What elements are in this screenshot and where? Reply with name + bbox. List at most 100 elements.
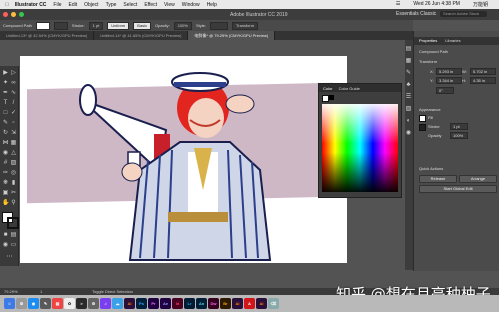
zoom-tool-icon[interactable]: ⚲ [10, 200, 17, 207]
menu-object[interactable]: Object [84, 2, 98, 8]
menu-effect[interactable]: Effect [144, 2, 157, 8]
menu-app-name[interactable]: Illustrator CC [15, 2, 47, 8]
slice-tool-icon[interactable]: ✂ [10, 190, 17, 197]
launchpad-icon[interactable]: ⚙ [16, 298, 27, 309]
scale-tool-icon[interactable]: ⇲ [10, 130, 17, 137]
pen-tool-icon[interactable]: ✒ [2, 90, 9, 97]
menu-view[interactable]: View [164, 2, 175, 8]
h-field[interactable]: 4.35 in [470, 77, 496, 84]
hand-tool-icon[interactable]: ✋ [2, 200, 9, 207]
panel-fill-swatch[interactable] [322, 95, 329, 102]
notes-icon[interactable]: ✎ [40, 298, 51, 309]
arrange-button[interactable]: Arrange [459, 175, 497, 183]
animate-dock-icon[interactable]: An [196, 298, 207, 309]
tab-color-guide[interactable]: Color Guide [339, 86, 360, 91]
layers-icon[interactable]: ▤ [405, 46, 412, 53]
minimize-window-button[interactable] [11, 12, 16, 17]
illustrator-dock-icon-3[interactable]: Ai [256, 298, 267, 309]
appearance-icon[interactable]: ◉ [405, 130, 412, 137]
gradient-tool-icon[interactable]: ▧ [10, 160, 17, 167]
premiere-dock-icon[interactable]: Pr [148, 298, 159, 309]
stock-search-input[interactable]: Search Adobe Stock [440, 11, 487, 17]
safari-icon[interactable]: ◉ [28, 298, 39, 309]
free-transform-icon[interactable]: ▦ [10, 140, 17, 147]
color-mode-icon[interactable]: ■ [2, 232, 9, 239]
symbol-sprayer-icon[interactable]: ❋ [2, 180, 9, 187]
app-icon-1[interactable]: ♫ [100, 298, 111, 309]
tab-untitled-14[interactable]: Untitled-14* @ 41.65% (CMYK/GPU Preview) [94, 31, 189, 40]
menu-select[interactable]: Select [123, 2, 137, 8]
shape-builder-icon[interactable]: ◉ [2, 150, 9, 157]
lasso-tool-icon[interactable]: ∞ [10, 80, 17, 87]
stroke-swatch[interactable] [53, 21, 68, 30]
photoshop-dock-icon[interactable]: Ps [136, 298, 147, 309]
symbols-icon[interactable]: ♣ [405, 82, 412, 89]
stroke-weight-field[interactable]: 1 pt [88, 21, 104, 30]
edit-toolbar-icon[interactable]: ⋯ [6, 254, 13, 261]
dreamweaver-dock-icon[interactable]: Dw [208, 298, 219, 309]
menu-help[interactable]: Help [207, 2, 217, 8]
type-tool-icon[interactable]: T [2, 100, 9, 107]
w-field[interactable]: 5.702 in [470, 68, 496, 75]
apple-icon[interactable]:  [5, 2, 9, 8]
photos-icon[interactable]: ✿ [64, 298, 75, 309]
gradient-panel-icon[interactable]: ▧ [405, 106, 412, 113]
style-swatch[interactable] [209, 21, 228, 30]
pencil-tool-icon[interactable]: ✎ [2, 120, 9, 127]
illustrator-dock-icon-2[interactable]: Ai [232, 298, 243, 309]
workspace-switcher[interactable]: Essentials Classic [396, 11, 436, 17]
perspective-grid-icon[interactable]: △ [10, 150, 17, 157]
mesh-tool-icon[interactable]: # [2, 160, 9, 167]
release-button[interactable]: Release [419, 175, 457, 183]
tab-active-document[interactable]: 电鲜像* @ 79.29% (CMYK/GPU Preview) [188, 31, 276, 40]
curvature-tool-icon[interactable]: ∿ [10, 90, 17, 97]
opacity-panel-field[interactable]: 100% [450, 132, 468, 139]
status-tool-text[interactable]: Toggle Direct Selection [92, 289, 133, 294]
stroke-color-box[interactable] [7, 217, 19, 229]
indesign-dock-icon[interactable]: Id [172, 298, 183, 309]
transform-button[interactable]: Transform [231, 21, 259, 30]
menu-type[interactable]: Type [106, 2, 117, 8]
gradient-mode-icon[interactable]: ▤ [10, 232, 17, 239]
settings-icon[interactable]: ⚙ [88, 298, 99, 309]
after-effects-dock-icon[interactable]: Ae [160, 298, 171, 309]
stroke-weight-panel-field[interactable]: 1 pt [450, 123, 468, 130]
blend-tool-icon[interactable]: ◎ [10, 170, 17, 177]
rotate-tool-icon[interactable]: ↻ [2, 130, 9, 137]
appearance-fill-swatch[interactable] [419, 115, 426, 122]
tab-properties[interactable]: Properties [419, 37, 437, 45]
magic-wand-icon[interactable]: ✦ [2, 80, 9, 87]
user-name[interactable]: 万能钥 [473, 1, 488, 8]
selection-tool-icon[interactable]: ▶ [2, 70, 9, 77]
acrobat-dock-icon[interactable]: A [244, 298, 255, 309]
menu-edit[interactable]: Edit [68, 2, 77, 8]
illustrator-dock-icon[interactable]: Ai [124, 298, 135, 309]
swatches-icon[interactable]: ▦ [405, 58, 412, 65]
calendar-icon[interactable]: ▤ [52, 298, 63, 309]
line-tool-icon[interactable]: / [10, 100, 17, 107]
brush-select[interactable]: Basic [133, 21, 152, 30]
fill-swatch[interactable] [35, 21, 50, 30]
terminal-icon[interactable]: > [76, 298, 87, 309]
wifi-icon[interactable]: ☲ [396, 1, 400, 8]
app-icon-2[interactable]: ☁ [112, 298, 123, 309]
tab-untitled-13[interactable]: Untitled-13* @ 42.54% (CMYK/GPU Preview) [0, 31, 95, 40]
eraser-tool-icon[interactable]: ▫ [10, 120, 17, 127]
tab-libraries[interactable]: Libraries [445, 37, 460, 45]
close-window-button[interactable] [3, 12, 8, 17]
width-tool-icon[interactable]: ⋈ [2, 140, 9, 147]
transparency-icon[interactable]: ◐ [405, 118, 412, 125]
finder-icon[interactable]: ☺ [4, 298, 15, 309]
clock-text[interactable]: Wed 26 Jun 4:38 PM [413, 1, 460, 8]
menu-file[interactable]: File [53, 2, 61, 8]
rectangle-tool-icon[interactable]: □ [2, 110, 9, 117]
trash-icon[interactable]: ⌫ [268, 298, 279, 309]
appearance-stroke-swatch[interactable] [419, 124, 426, 131]
graph-tool-icon[interactable]: ▮ [10, 180, 17, 187]
eyedropper-tool-icon[interactable]: ✑ [2, 170, 9, 177]
draw-mode-icon[interactable]: ◉ [2, 242, 9, 249]
zoom-window-button[interactable] [19, 12, 24, 17]
tab-color[interactable]: Color [323, 86, 333, 91]
y-field[interactable]: 3.344 in [436, 77, 462, 84]
artboard-number[interactable]: 1 [40, 289, 42, 294]
